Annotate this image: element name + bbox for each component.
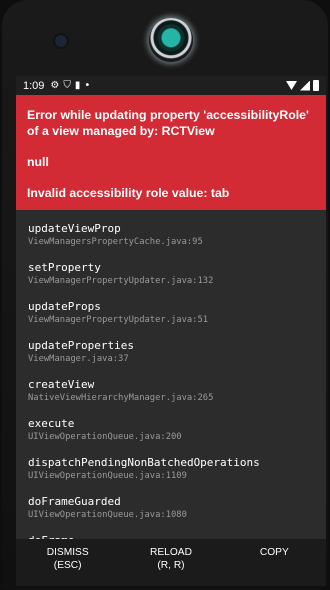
stack-frame[interactable]: createView NativeViewHierarchyManager.jav… — [16, 372, 326, 411]
stack-frame-method: createView — [28, 378, 95, 391]
wifi-icon — [286, 81, 297, 90]
reload-shortcut: (R, R) — [157, 560, 185, 571]
status-bar: 1:09 ⚙ ⛉ ▮ • — [16, 76, 326, 95]
status-time: 1:09 — [23, 79, 45, 92]
error-detail: Invalid accessibility role value: tab — [27, 186, 230, 200]
signal-icon — [300, 80, 310, 91]
stack-frame[interactable]: updateProps ViewManagerPropertyUpdater.ja… — [16, 294, 326, 333]
stack-frame-file: NativeViewHierarchyManager.java:265 — [28, 393, 214, 403]
stack-frame-method: execute — [28, 417, 75, 430]
stack-frame-file: ViewManagerPropertyUpdater.java:132 — [28, 276, 214, 286]
stack-frame[interactable]: doFrameGuardedFrameCallback.java:29 — [16, 528, 326, 539]
error-null-text: null — [27, 155, 49, 169]
stack-frame-file: ViewManager.java:37 — [28, 354, 129, 364]
stack-frame-method: setProperty — [28, 261, 101, 274]
battery-icon — [313, 80, 319, 91]
dot-icon: • — [84, 79, 91, 91]
dismiss-label: DISMISS — [46, 547, 89, 558]
stack-frame-method: updateProperties — [28, 339, 134, 352]
device-screen: 1:09 ⚙ ⛉ ▮ • Error while updating proper… — [16, 76, 326, 586]
copy-button[interactable]: COPY — [223, 540, 326, 586]
reload-button[interactable]: RELOAD (R, R) — [119, 540, 222, 586]
stack-frame-method: updateViewProp — [28, 222, 121, 235]
stack-frame-file: ViewManagerPropertyUpdater.java:51 — [28, 315, 209, 325]
document-icon: ▮ — [74, 79, 81, 91]
stack-frame-method: doFrameGuarded — [28, 495, 121, 508]
stack-frame[interactable]: updateProperties ViewManager.java:37 — [16, 333, 326, 372]
stack-frame-method: updateProps — [28, 300, 101, 313]
shield-icon: ⛉ — [63, 79, 71, 91]
copy-label: COPY — [259, 547, 289, 558]
sensor-lens — [149, 18, 193, 62]
stack-frame[interactable]: setProperty ViewManagerPropertyUpdater.ja… — [16, 255, 326, 294]
stack-trace-list[interactable]: updateViewProp ViewManagersPropertyCache.… — [16, 210, 326, 539]
dismiss-button[interactable]: DISMISS (ESC) — [16, 540, 119, 586]
stack-frame-file: ViewManagersPropertyCache.java:95 — [28, 237, 203, 247]
stack-frame[interactable]: updateViewProp ViewManagersPropertyCache.… — [16, 216, 326, 255]
reload-label: RELOAD — [150, 547, 192, 558]
error-header: Error while updating property 'accessibi… — [16, 95, 326, 210]
stack-frame[interactable]: execute UIViewOperationQueue.java:200 — [16, 411, 326, 450]
stack-frame[interactable]: doFrameGuarded UIViewOperationQueue.java:… — [16, 489, 326, 528]
error-title: Error while updating property 'accessibi… — [27, 108, 309, 138]
stack-frame-file: UIViewOperationQueue.java:1080 — [28, 510, 187, 520]
dismiss-shortcut: (ESC) — [53, 560, 82, 571]
stack-frame-method: dispatchPendingNonBatchedOperations — [28, 456, 260, 469]
stack-frame-file: UIViewOperationQueue.java:200 — [28, 432, 182, 442]
stack-frame-file: UIViewOperationQueue.java:1109 — [28, 471, 187, 481]
gear-icon: ⚙ — [50, 79, 60, 91]
stack-frame[interactable]: dispatchPendingNonBatchedOperations UIVie… — [16, 450, 326, 489]
front-camera — [55, 35, 67, 47]
action-bar: DISMISS (ESC) RELOAD (R, R) COPY — [16, 539, 326, 586]
